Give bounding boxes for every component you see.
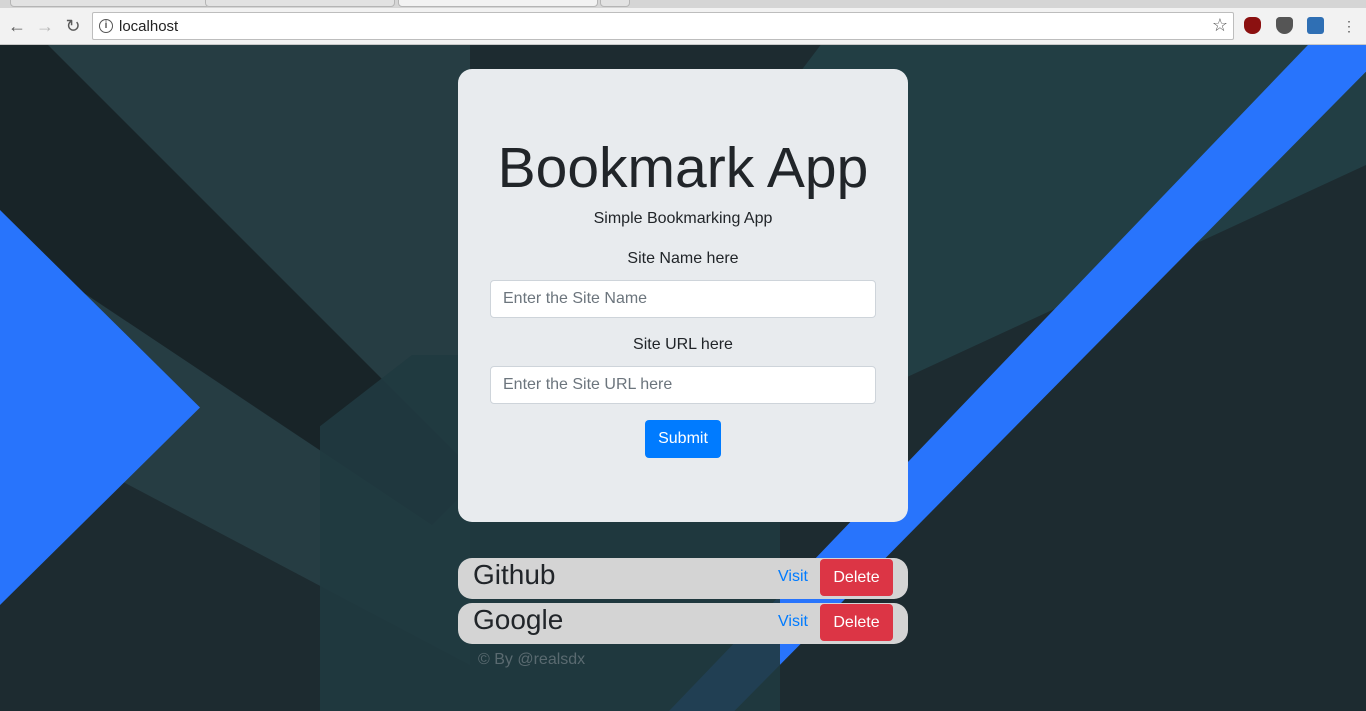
browser-tab-active[interactable]	[398, 0, 598, 7]
address-url: localhost	[119, 18, 179, 35]
bookmark-star-icon[interactable]: ☆	[1212, 15, 1228, 36]
bookmark-row: Google Visit Delete	[458, 603, 908, 644]
reload-icon[interactable]: ↻	[62, 15, 84, 37]
back-arrow-icon[interactable]: ←	[6, 15, 28, 37]
page-subtitle: Simple Bookmarking App	[593, 210, 773, 227]
bookmark-form-card: Bookmark App Simple Bookmarking App Site…	[458, 69, 908, 522]
footer-credit: © By @realsdx	[478, 651, 586, 668]
forward-arrow-icon[interactable]: →	[34, 15, 56, 37]
visit-link[interactable]: Visit	[778, 613, 808, 631]
browser-tab-1[interactable]	[10, 0, 210, 7]
extension-icon[interactable]	[1307, 17, 1324, 34]
bookmark-name: Google	[473, 604, 564, 635]
site-name-input[interactable]	[490, 280, 876, 318]
browser-toolbar: ← → ↻ i localhost ☆ ⋮	[0, 8, 1366, 45]
submit-button[interactable]: Submit	[645, 420, 721, 458]
visit-link[interactable]: Visit	[778, 568, 808, 586]
delete-button[interactable]: Delete	[820, 559, 893, 596]
tab-strip	[0, 0, 1366, 8]
pocket-icon[interactable]	[1276, 17, 1293, 34]
info-icon[interactable]: i	[99, 19, 113, 33]
menu-dots-icon[interactable]: ⋮	[1338, 15, 1360, 37]
bookmark-row: Github Visit Delete	[458, 558, 908, 599]
site-url-input[interactable]	[490, 366, 876, 404]
delete-button[interactable]: Delete	[820, 604, 893, 641]
address-bar[interactable]: i localhost ☆	[92, 12, 1234, 40]
ublock-shield-icon[interactable]	[1244, 17, 1261, 34]
bookmark-name: Github	[473, 559, 556, 590]
site-name-label: Site Name here	[627, 250, 739, 267]
page-title: Bookmark App	[497, 136, 869, 200]
new-tab-button[interactable]	[600, 0, 630, 7]
browser-tab-2[interactable]	[205, 0, 395, 7]
site-url-label: Site URL here	[633, 336, 733, 353]
